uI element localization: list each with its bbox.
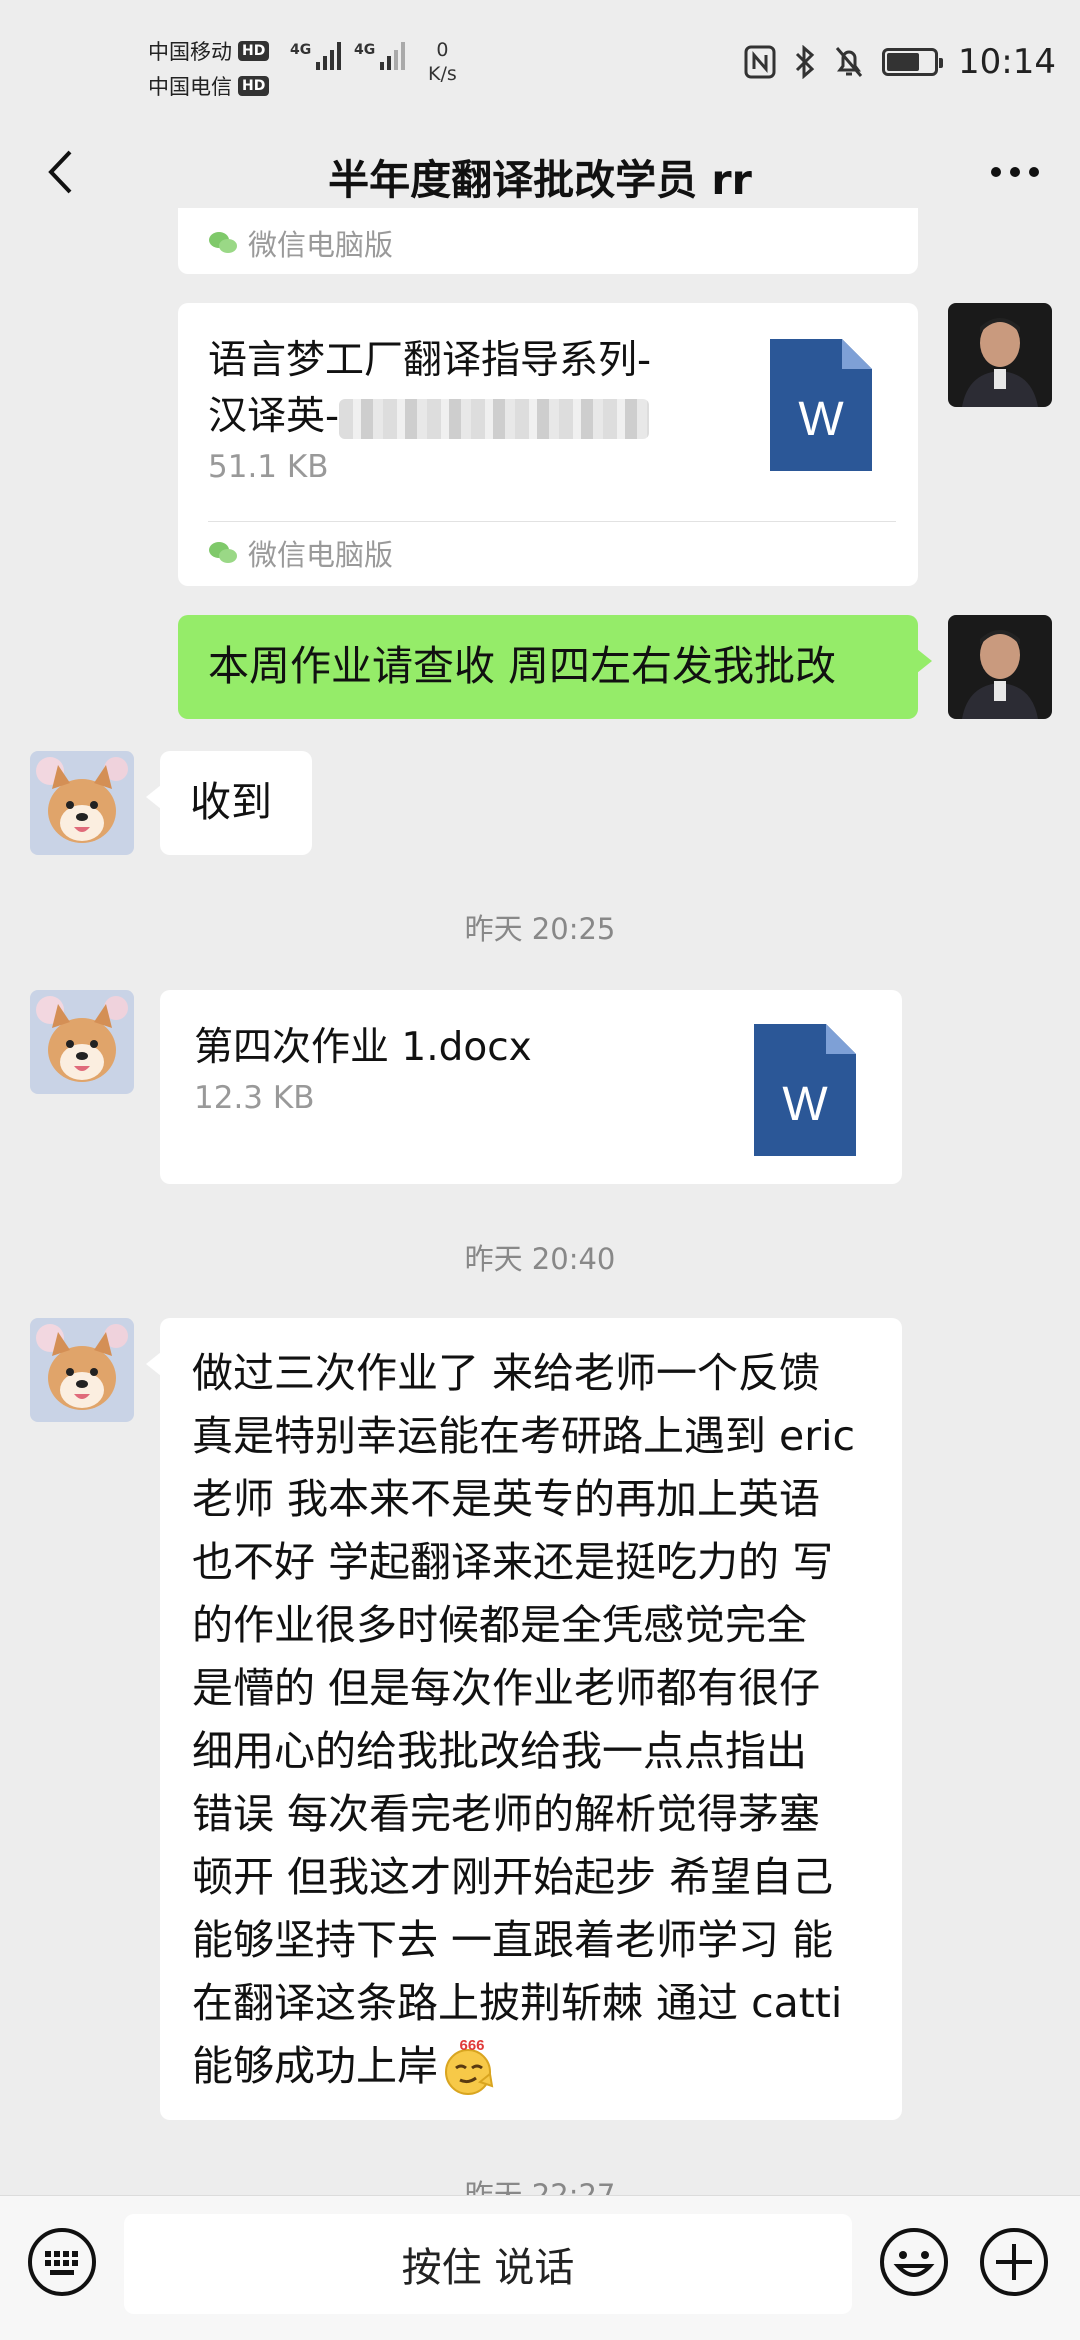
sent-text-message[interactable]: 本周作业请查收 周四左右发我批改 xyxy=(178,615,932,719)
file-size: 12.3 KB xyxy=(194,1080,315,1116)
file-message[interactable]: 语言梦工厂翻译指导系列- 汉译英- 51.1 KB W 微信电脑版 xyxy=(178,303,918,586)
signal-2-label: 4G xyxy=(354,42,376,58)
file-name: 第四次作业 1.docx xyxy=(194,1025,532,1070)
word-document-icon: W xyxy=(754,1024,856,1156)
hd-badge: HD xyxy=(238,76,270,96)
svg-text:W: W xyxy=(798,393,844,446)
emoji-button[interactable] xyxy=(876,2224,952,2300)
message-line: 细用心的给我批改给我一点点指出 xyxy=(192,1727,807,1775)
battery-icon xyxy=(882,48,944,76)
emoji-666-icon: 666 xyxy=(445,2037,494,2095)
file-source-label: 微信电脑版 xyxy=(248,537,394,572)
avatar-shiba-dog-icon xyxy=(30,990,134,1094)
file-source-label: 微信电脑版 xyxy=(248,228,394,262)
message-line: 能够成功上岸 xyxy=(192,2042,438,2090)
signal-1-label: 4G xyxy=(290,42,312,58)
received-text-message[interactable]: 收到 xyxy=(146,751,312,855)
status-bar: 中国移动 HD 中国电信 HD 4G 4G 0 K/s 10:14 xyxy=(0,0,1080,135)
signal-2-icon: 4G xyxy=(354,42,406,70)
message-text: 本周作业请查收 周四左右发我批改 xyxy=(208,642,837,690)
smiley-icon xyxy=(880,2228,948,2296)
message-line: 也不好 学起翻译来还是挺吃力的 写 xyxy=(192,1538,834,1586)
ellipsis-icon xyxy=(991,167,1039,177)
carrier-1-label: 中国移动 xyxy=(148,40,232,64)
keyboard-icon xyxy=(28,2228,96,2296)
avatar-man-icon xyxy=(948,303,1052,407)
blurred-text xyxy=(339,398,650,439)
clock: 10:14 xyxy=(958,42,1056,82)
message-text: 收到 xyxy=(190,778,272,826)
file-message-partial[interactable]: 微信电脑版 xyxy=(178,208,918,274)
avatar-man-icon xyxy=(948,615,1052,719)
network-speed: 0 K/s xyxy=(428,38,457,86)
system-icons: 10:14 xyxy=(744,42,1056,82)
contact-avatar[interactable] xyxy=(30,1318,134,1422)
hd-badge: HD xyxy=(238,41,270,61)
message-line: 做过三次作业了 来给老师一个反馈 xyxy=(192,1349,821,1397)
svg-text:W: W xyxy=(782,1078,828,1131)
my-avatar[interactable] xyxy=(948,615,1052,719)
more-button[interactable] xyxy=(980,142,1050,202)
wechat-icon xyxy=(209,232,237,253)
timestamp: 昨天 20:40 xyxy=(464,1242,616,1276)
file-size: 51.1 KB xyxy=(208,449,329,485)
input-bar: 按住 说话 xyxy=(0,2195,1080,2340)
message-body: 做过三次作业了 来给老师一个反馈 真是特别幸运能在考研路上遇到 eric 老师 … xyxy=(192,1342,855,2098)
chat-title: 半年度翻译批改学员 rr xyxy=(328,156,752,204)
message-line: 错误 每次看完老师的解析觉得茅塞 xyxy=(192,1790,821,1838)
message-line-last: 能够成功上岸 666 xyxy=(192,2035,855,2098)
battery-level xyxy=(887,53,920,71)
contact-avatar[interactable] xyxy=(30,751,134,855)
speed-value: 0 xyxy=(436,39,449,61)
nfc-icon xyxy=(744,45,776,79)
file-message[interactable]: 第四次作业 1.docx 12.3 KB W xyxy=(160,990,902,1184)
carrier-2-label: 中国电信 xyxy=(148,75,232,99)
file-source: 微信电脑版 xyxy=(208,521,896,583)
message-line: 在翻译这条路上披荆斩棘 通过 catti xyxy=(192,1979,843,2027)
speed-unit: K/s xyxy=(428,63,457,85)
timestamp: 昨天 20:25 xyxy=(464,912,616,946)
my-avatar[interactable] xyxy=(948,303,1052,407)
file-name-line-2: 汉译英- xyxy=(208,389,728,445)
carrier-2: 中国电信 HD xyxy=(148,71,270,101)
message-line: 的作业很多时候都是全凭感觉完全 xyxy=(192,1601,807,1649)
message-line: 顿开 但我这才刚开始起步 希望自己 xyxy=(192,1853,834,1901)
file-name-line-1: 语言梦工厂翻译指导系列- xyxy=(208,338,652,383)
avatar-shiba-dog-icon xyxy=(30,751,134,855)
hold-to-talk-button[interactable]: 按住 说话 xyxy=(124,2214,852,2314)
mute-bell-icon xyxy=(834,45,864,79)
message-line: 能够坚持下去 一直跟着老师学习 能 xyxy=(192,1916,834,1964)
contact-avatar[interactable] xyxy=(30,990,134,1094)
more-functions-button[interactable] xyxy=(976,2224,1052,2300)
message-line: 是懵的 但是每次作业老师都有很仔 xyxy=(192,1664,821,1712)
message-line: 真是特别幸运能在考研路上遇到 eric xyxy=(192,1412,856,1460)
received-long-message[interactable]: 做过三次作业了 来给老师一个反馈 真是特别幸运能在考研路上遇到 eric 老师 … xyxy=(146,1318,902,2120)
avatar-shiba-dog-icon xyxy=(30,1318,134,1422)
bluetooth-icon xyxy=(794,45,816,79)
signal-1-icon: 4G xyxy=(290,42,342,70)
word-document-icon: W xyxy=(770,339,872,471)
carrier-1: 中国移动 HD xyxy=(148,36,270,66)
plus-circle-icon xyxy=(980,2228,1048,2296)
wechat-icon xyxy=(209,541,237,563)
message-line: 老师 我本来不是英专的再加上英语 xyxy=(192,1475,821,1523)
emoji-badge-text: 666 xyxy=(459,2037,484,2054)
keyboard-button[interactable] xyxy=(24,2224,100,2300)
